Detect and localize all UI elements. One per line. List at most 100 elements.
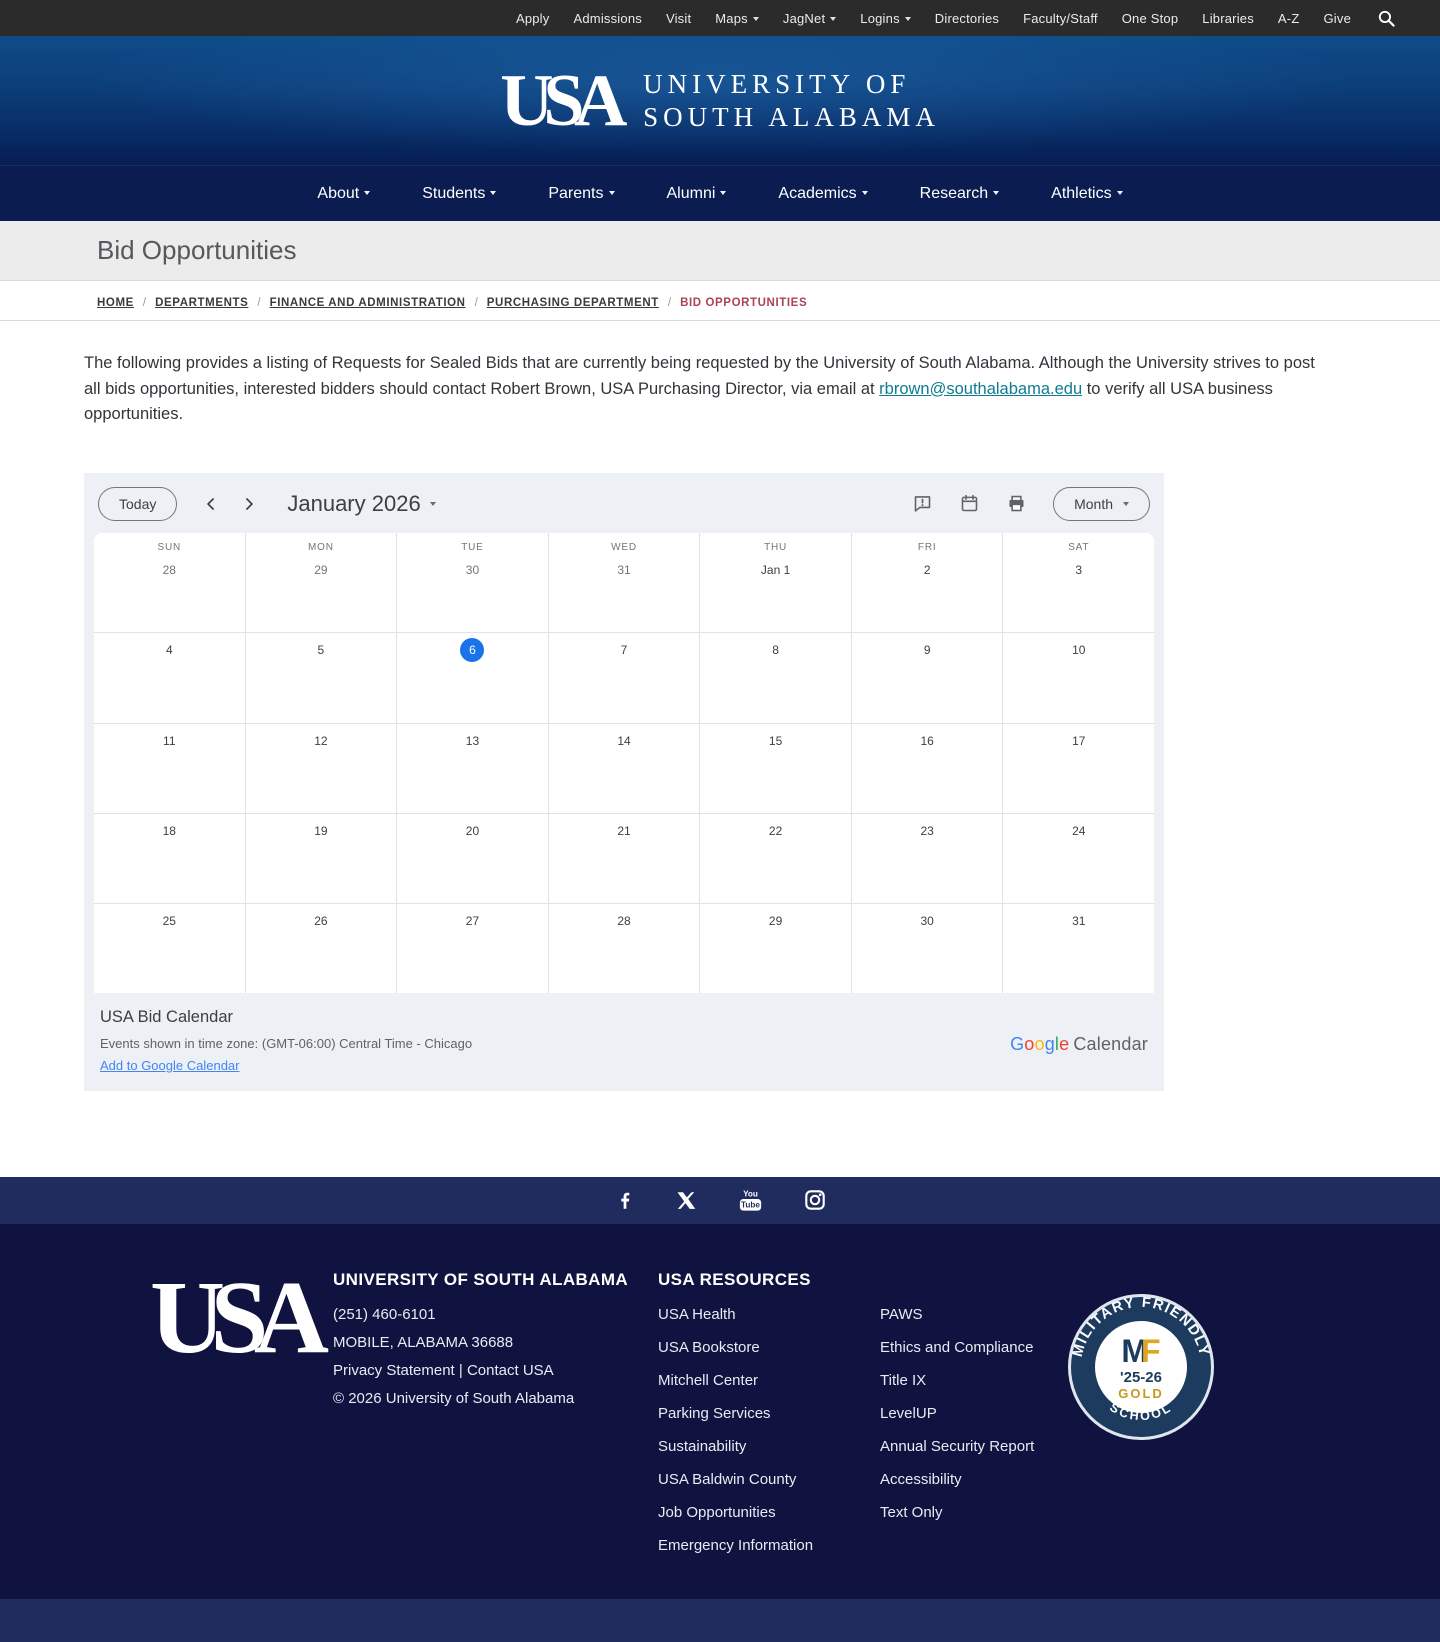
utility-link-give[interactable]: Give: [1323, 11, 1351, 26]
utility-link-faculty-staff[interactable]: Faculty/Staff: [1023, 11, 1098, 26]
footer-logo[interactable]: USA: [150, 1265, 333, 1599]
utility-link-maps[interactable]: Maps: [715, 11, 759, 26]
calendar-cell-22[interactable]: 22: [699, 813, 851, 903]
calendar-cell-24[interactable]: 24: [1002, 813, 1154, 903]
utility-link-visit[interactable]: Visit: [666, 11, 691, 26]
breadcrumb-item-departments[interactable]: DEPARTMENTS: [155, 297, 248, 309]
calendar-cell-28[interactable]: 28: [547, 903, 700, 993]
utility-link-apply[interactable]: Apply: [516, 11, 550, 26]
utility-link-directories[interactable]: Directories: [935, 11, 999, 26]
breadcrumb-item-finance-and-administration[interactable]: FINANCE AND ADMINISTRATION: [270, 297, 466, 309]
nav-item-about[interactable]: About: [317, 185, 371, 203]
footer-link-privacy-statement[interactable]: Privacy Statement: [333, 1362, 455, 1379]
calendar-cell-29[interactable]: 29: [699, 903, 851, 993]
today-date-badge[interactable]: 6: [460, 638, 485, 663]
calendar-cell-31[interactable]: WED 31: [547, 532, 700, 633]
search-icon[interactable]: [1377, 9, 1396, 28]
nav-item-students[interactable]: Students: [422, 185, 497, 203]
calendar-cell-9[interactable]: 9: [850, 633, 1003, 723]
calendar-cell-30[interactable]: 30: [850, 903, 1003, 993]
calendar-cell-jan-1[interactable]: THU Jan 1: [699, 532, 851, 633]
calendar-cell-18[interactable]: 18: [94, 814, 245, 903]
footer-link-mitchell-center[interactable]: Mitchell Center: [658, 1372, 758, 1389]
google-calendar-logo[interactable]: Google Calendar: [1010, 1034, 1148, 1055]
breadcrumb-item-purchasing-department[interactable]: PURCHASING DEPARTMENT: [487, 297, 659, 309]
footer-link-usa-bookstore[interactable]: USA Bookstore: [658, 1339, 760, 1356]
calendar-cell-6[interactable]: 6: [396, 633, 548, 723]
previous-month-button[interactable]: [197, 490, 225, 518]
calendar-month-dropdown[interactable]: January 2026: [287, 491, 436, 517]
calendar-cell-17[interactable]: 17: [1002, 723, 1154, 813]
facebook-icon[interactable]: [614, 1189, 636, 1211]
calendar-cell-30[interactable]: TUE 30: [396, 532, 548, 633]
date-number: 30: [920, 913, 934, 928]
nav-item-athletics[interactable]: Athletics: [1051, 185, 1123, 203]
view-selector-month[interactable]: Month: [1053, 486, 1150, 521]
footer-link-contact-usa[interactable]: Contact USA: [467, 1362, 554, 1379]
list-item: Text Only: [880, 1504, 1058, 1522]
footer-link-emergency-information[interactable]: Emergency Information: [658, 1537, 813, 1554]
utility-link-libraries[interactable]: Libraries: [1202, 11, 1254, 26]
calendar-cell-16[interactable]: 16: [850, 723, 1003, 813]
footer-link-parking-services[interactable]: Parking Services: [658, 1405, 771, 1422]
footer-link-accessibility[interactable]: Accessibility: [880, 1471, 962, 1488]
nav-item-parents[interactable]: Parents: [548, 185, 615, 203]
instagram-icon[interactable]: [804, 1189, 826, 1211]
footer-link-title-ix[interactable]: Title IX: [880, 1372, 926, 1389]
nav-item-research[interactable]: Research: [920, 185, 1000, 203]
nav-item-academics[interactable]: Academics: [778, 185, 868, 203]
next-month-button[interactable]: [235, 490, 263, 518]
calendar-cell-13[interactable]: 13: [396, 723, 548, 813]
calendar-cell-31[interactable]: 31: [1002, 903, 1154, 993]
calendar-cell-28[interactable]: SUN 28: [94, 533, 245, 633]
utility-link-logins[interactable]: Logins: [860, 11, 911, 26]
calendar-cell-5[interactable]: 5: [244, 633, 397, 723]
footer-link-levelup[interactable]: LevelUP: [880, 1405, 937, 1422]
calendar-cell-23[interactable]: 23: [850, 813, 1003, 903]
calendar-cell-15[interactable]: 15: [699, 723, 851, 813]
footer-link-sustainability[interactable]: Sustainability: [658, 1438, 746, 1455]
footer-link-text-only[interactable]: Text Only: [880, 1504, 943, 1521]
svg-text:Tube: Tube: [741, 1200, 760, 1209]
footer-link-paws[interactable]: PAWS: [880, 1306, 923, 1323]
utility-link-admissions[interactable]: Admissions: [573, 11, 641, 26]
today-button[interactable]: Today: [98, 486, 178, 521]
university-wordmark: UNIVERSITY OF SOUTH ALABAMA: [643, 68, 940, 133]
calendar-cell-20[interactable]: 20: [396, 813, 548, 903]
breadcrumb-item-home[interactable]: HOME: [97, 297, 134, 309]
calendar-cell-29[interactable]: MON 29: [244, 532, 397, 633]
utility-link-jagnet[interactable]: JagNet: [783, 11, 837, 26]
utility-link-a-z[interactable]: A-Z: [1278, 11, 1300, 26]
email-link[interactable]: rbrown@southalabama.edu: [879, 380, 1082, 398]
x-icon[interactable]: [676, 1190, 697, 1211]
calendar-cell-3[interactable]: SAT 3: [1002, 532, 1154, 633]
calendar-cell-2[interactable]: FRI 2: [850, 532, 1003, 633]
utility-link-one-stop[interactable]: One Stop: [1122, 11, 1179, 26]
university-logo[interactable]: USA UNIVERSITY OF SOUTH ALABAMA: [500, 64, 940, 138]
add-to-google-calendar-link[interactable]: Add to Google Calendar: [100, 1058, 239, 1073]
footer-address: MOBILE, ALABAMA 36688: [333, 1333, 514, 1351]
footer-link-job-opportunities[interactable]: Job Opportunities: [658, 1504, 776, 1521]
calendar-cell-19[interactable]: 19: [244, 813, 397, 903]
youtube-icon[interactable]: You Tube: [737, 1188, 764, 1213]
date-picker-icon[interactable]: [959, 493, 980, 514]
footer-link-usa-health[interactable]: USA Health: [658, 1306, 736, 1323]
footer-link-usa-baldwin-county[interactable]: USA Baldwin County: [658, 1471, 796, 1488]
calendar-cell-12[interactable]: 12: [244, 723, 397, 813]
calendar-cell-21[interactable]: 21: [547, 813, 700, 903]
nav-item-alumni[interactable]: Alumni: [667, 185, 727, 203]
calendar-cell-11[interactable]: 11: [94, 724, 245, 813]
calendar-cell-7[interactable]: 7: [547, 633, 700, 723]
calendar-cell-4[interactable]: 4: [94, 633, 245, 722]
date-number: 31: [1072, 913, 1086, 928]
footer-link-annual-security-report[interactable]: Annual Security Report: [880, 1438, 1034, 1455]
calendar-cell-14[interactable]: 14: [547, 723, 700, 813]
calendar-cell-25[interactable]: 25: [94, 904, 245, 993]
footer-link-ethics-and-compliance[interactable]: Ethics and Compliance: [880, 1339, 1033, 1356]
calendar-cell-26[interactable]: 26: [244, 903, 397, 993]
feedback-icon[interactable]: [912, 493, 933, 514]
calendar-cell-10[interactable]: 10: [1002, 633, 1154, 723]
calendar-cell-27[interactable]: 27: [396, 903, 548, 993]
calendar-cell-8[interactable]: 8: [699, 633, 851, 723]
print-icon[interactable]: [1006, 493, 1027, 514]
